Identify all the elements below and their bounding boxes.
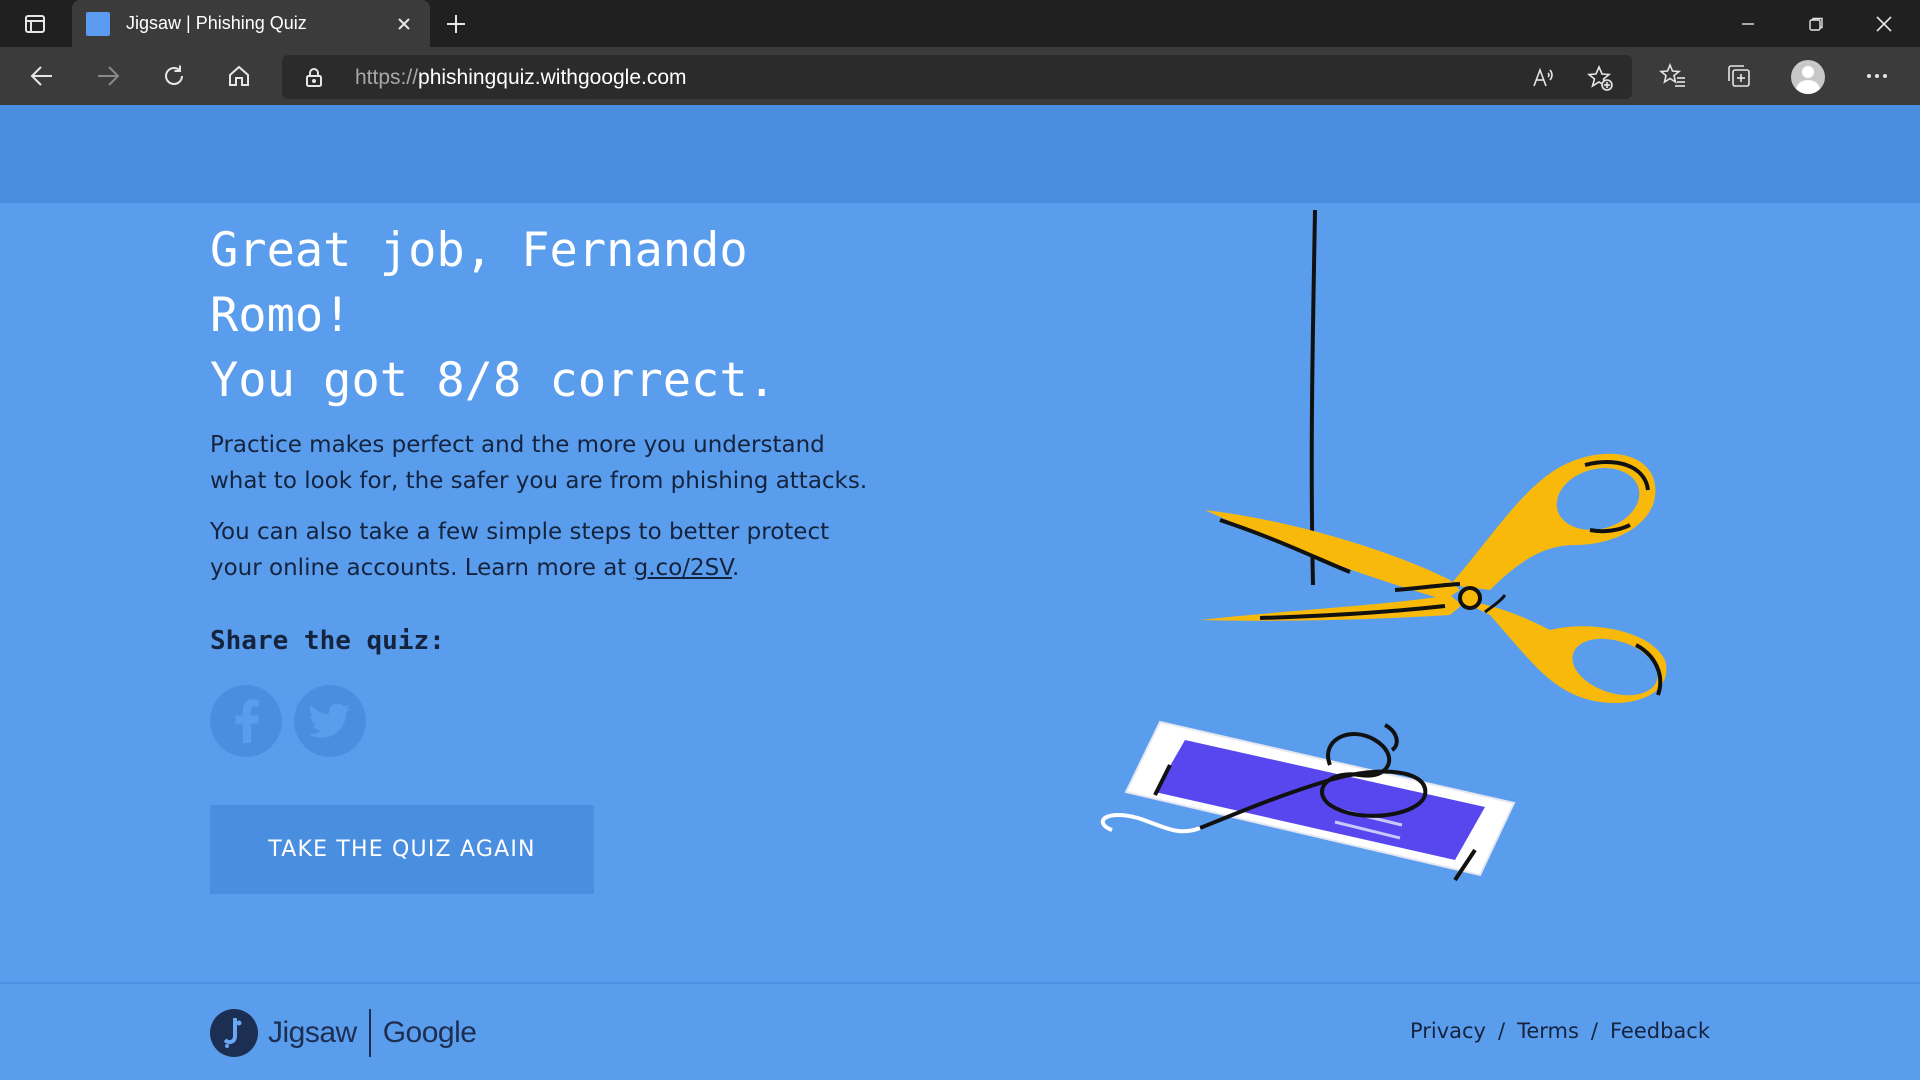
privacy-link[interactable]: Privacy	[1410, 1019, 1486, 1043]
arrow-left-icon	[30, 66, 52, 86]
footer-links: Privacy / Terms / Feedback	[1410, 1019, 1710, 1043]
browser-toolbar: https://phishingquiz.withgoogle.com	[0, 47, 1920, 105]
arrow-right-icon	[98, 66, 120, 86]
plus-icon	[447, 15, 465, 33]
favorites-button[interactable]	[1653, 58, 1693, 94]
favorites-icon	[1659, 62, 1685, 87]
feedback-link[interactable]: Feedback	[1610, 1019, 1710, 1043]
active-tab[interactable]: Jigsaw | Phishing Quiz	[72, 0, 430, 47]
protect-suffix: .	[732, 555, 740, 581]
scissors-phone-illustration	[1101, 210, 1667, 882]
star-plus-icon	[1586, 64, 1613, 91]
headline-line-1: Great job, Fernando	[210, 223, 748, 278]
url-host: phishingquiz.withgoogle.com	[418, 66, 687, 89]
headline-line-3: You got 8/8 correct.	[210, 353, 776, 408]
restore-button[interactable]	[1782, 0, 1850, 47]
close-window-button[interactable]	[1850, 0, 1918, 47]
logo-divider	[368, 1009, 371, 1057]
twitter-share-button[interactable]	[294, 685, 366, 757]
result-headline: Great job, Fernando Romo! You got 8/8 co…	[210, 218, 910, 413]
read-aloud-button[interactable]	[1530, 64, 1558, 92]
footer-divider	[0, 982, 1920, 984]
google-wordmark: Google	[382, 1016, 477, 1049]
avatar-body	[1796, 80, 1820, 94]
address-bar[interactable]: https://phishingquiz.withgoogle.com	[282, 55, 1632, 99]
jigsaw-wordmark: Jigsaw	[268, 1016, 357, 1049]
jigsaw-logo-icon	[210, 1009, 258, 1057]
forward-button[interactable]	[88, 58, 128, 94]
header-band	[0, 105, 1920, 203]
scissors-icon	[1200, 453, 1667, 704]
facebook-share-button[interactable]	[210, 685, 282, 757]
add-favorite-button[interactable]	[1586, 64, 1614, 92]
more-icon	[1867, 74, 1887, 78]
headline-line-2: Romo!	[210, 288, 352, 343]
minimize-button[interactable]	[1714, 0, 1782, 47]
close-icon	[398, 17, 410, 30]
minimize-icon	[1742, 22, 1754, 25]
avatar-head	[1802, 66, 1814, 78]
take-quiz-again-button[interactable]: TAKE THE QUIZ AGAIN	[210, 805, 594, 894]
facebook-icon	[235, 699, 260, 743]
tab-favicon-icon	[86, 11, 110, 36]
collections-button[interactable]	[1719, 58, 1759, 94]
refresh-icon	[165, 65, 183, 85]
link-separator: /	[1590, 1019, 1598, 1043]
twitter-icon	[309, 703, 351, 738]
fishing-line	[1309, 210, 1317, 586]
restore-icon	[1809, 17, 1823, 31]
page-content: Great job, Fernando Romo! You got 8/8 co…	[0, 105, 1920, 1080]
lock-button[interactable]	[302, 65, 326, 89]
url-protocol: https://	[355, 66, 419, 89]
profile-avatar-icon[interactable]	[1791, 60, 1825, 94]
terms-link[interactable]: Terms	[1517, 1019, 1579, 1043]
browser-tab-bar: Jigsaw | Phishing Quiz	[0, 0, 1920, 47]
back-button[interactable]	[22, 58, 62, 94]
refresh-button[interactable]	[154, 58, 194, 94]
close-tab-button[interactable]	[392, 12, 416, 36]
share-label: Share the quiz:	[210, 626, 445, 656]
more-menu-button[interactable]	[1857, 58, 1897, 94]
jigsaw-mark-icon	[223, 1018, 242, 1048]
home-icon	[229, 65, 249, 86]
tab-title: Jigsaw | Phishing Quiz	[126, 13, 307, 33]
tab-actions-icon	[25, 15, 45, 33]
home-button[interactable]	[219, 58, 259, 94]
phone-icon	[1101, 720, 1516, 882]
protect-paragraph: You can also take a few simple steps to …	[210, 514, 880, 586]
tab-actions-button[interactable]	[14, 9, 56, 39]
practice-paragraph: Practice makes perfect and the more you …	[210, 432, 868, 494]
2sv-link[interactable]: g.co/2SV	[634, 555, 732, 581]
read-aloud-icon	[1533, 67, 1553, 87]
jigsaw-google-logo[interactable]: Jigsaw Google	[210, 1007, 477, 1059]
new-tab-button[interactable]	[440, 10, 472, 38]
lock-icon	[306, 68, 322, 87]
close-window-icon	[1876, 15, 1892, 32]
link-separator: /	[1497, 1019, 1506, 1043]
url-text[interactable]: https://phishingquiz.withgoogle.com	[355, 66, 687, 90]
collections-icon	[1728, 65, 1750, 87]
